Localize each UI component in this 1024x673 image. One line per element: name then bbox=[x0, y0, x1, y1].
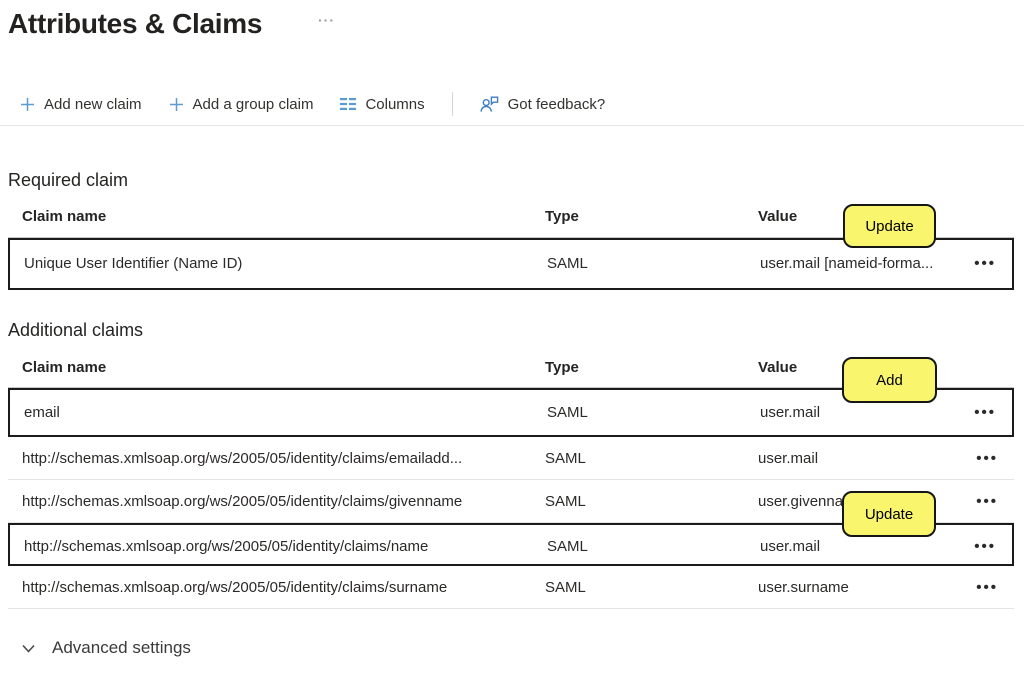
chevron-down-icon bbox=[20, 640, 37, 657]
row-menu-icon[interactable]: ••• bbox=[974, 525, 996, 568]
toolbar-rule bbox=[0, 125, 1024, 126]
type-cell: SAML bbox=[545, 566, 586, 609]
row-menu-icon[interactable]: ••• bbox=[974, 240, 996, 288]
claim-name-cell: http://schemas.xmlsoap.org/ws/2005/05/id… bbox=[22, 437, 462, 480]
claim-name-cell: Unique User Identifier (Name ID) bbox=[24, 240, 242, 288]
page-title: Attributes & Claims bbox=[8, 8, 262, 40]
feedback-icon bbox=[480, 96, 499, 113]
columns-label: Columns bbox=[365, 96, 424, 113]
column-header-type: Type bbox=[545, 352, 579, 384]
column-header-claim-name: Claim name bbox=[22, 200, 106, 234]
column-header-type: Type bbox=[545, 200, 579, 234]
row-menu-icon[interactable]: ••• bbox=[976, 480, 998, 523]
command-bar: Add new claim Add a group claim Columns … bbox=[20, 88, 605, 120]
required-claim-heading: Required claim bbox=[8, 170, 128, 191]
annotation-callout-update-required: Update bbox=[843, 204, 936, 248]
table-row-emailaddress[interactable]: http://schemas.xmlsoap.org/ws/2005/05/id… bbox=[8, 437, 1014, 480]
type-cell: SAML bbox=[547, 240, 588, 288]
table-row-surname[interactable]: http://schemas.xmlsoap.org/ws/2005/05/id… bbox=[8, 566, 1014, 609]
columns-button[interactable]: Columns bbox=[340, 96, 424, 113]
advanced-settings-label: Advanced settings bbox=[52, 638, 191, 658]
claim-name-cell: email bbox=[24, 390, 60, 435]
add-new-claim-button[interactable]: Add new claim bbox=[20, 96, 142, 113]
type-cell: SAML bbox=[545, 480, 586, 523]
advanced-settings-toggle[interactable]: Advanced settings bbox=[20, 638, 191, 658]
add-icon bbox=[20, 97, 35, 112]
ellipsis-icon[interactable]: ··· bbox=[318, 12, 335, 28]
add-icon bbox=[169, 97, 184, 112]
got-feedback-label: Got feedback? bbox=[508, 96, 606, 113]
annotation-callout-add-email: Add bbox=[842, 357, 937, 403]
columns-icon bbox=[340, 98, 356, 110]
annotation-callout-update-name: Update bbox=[842, 491, 936, 537]
claim-name-cell: http://schemas.xmlsoap.org/ws/2005/05/id… bbox=[22, 480, 462, 523]
type-cell: SAML bbox=[545, 437, 586, 480]
add-group-claim-label: Add a group claim bbox=[193, 96, 314, 113]
value-cell: user.mail bbox=[760, 525, 820, 568]
type-cell: SAML bbox=[547, 390, 588, 435]
column-header-claim-name: Claim name bbox=[22, 352, 106, 384]
column-header-value: Value bbox=[758, 352, 797, 384]
claim-name-cell: http://schemas.xmlsoap.org/ws/2005/05/id… bbox=[22, 566, 447, 609]
value-cell: user.surname bbox=[758, 566, 849, 609]
type-cell: SAML bbox=[547, 525, 588, 568]
row-menu-icon[interactable]: ••• bbox=[976, 437, 998, 480]
got-feedback-button[interactable]: Got feedback? bbox=[480, 96, 606, 113]
add-group-claim-button[interactable]: Add a group claim bbox=[169, 96, 314, 113]
row-menu-icon[interactable]: ••• bbox=[974, 390, 996, 435]
value-cell: user.mail bbox=[758, 437, 818, 480]
row-menu-icon[interactable]: ••• bbox=[976, 566, 998, 609]
value-cell: user.mail bbox=[760, 390, 820, 435]
toolbar-divider bbox=[452, 92, 453, 116]
column-header-value: Value bbox=[758, 200, 797, 234]
claim-name-cell: http://schemas.xmlsoap.org/ws/2005/05/id… bbox=[24, 525, 428, 568]
additional-claims-heading: Additional claims bbox=[8, 320, 143, 341]
add-new-claim-label: Add new claim bbox=[44, 96, 142, 113]
